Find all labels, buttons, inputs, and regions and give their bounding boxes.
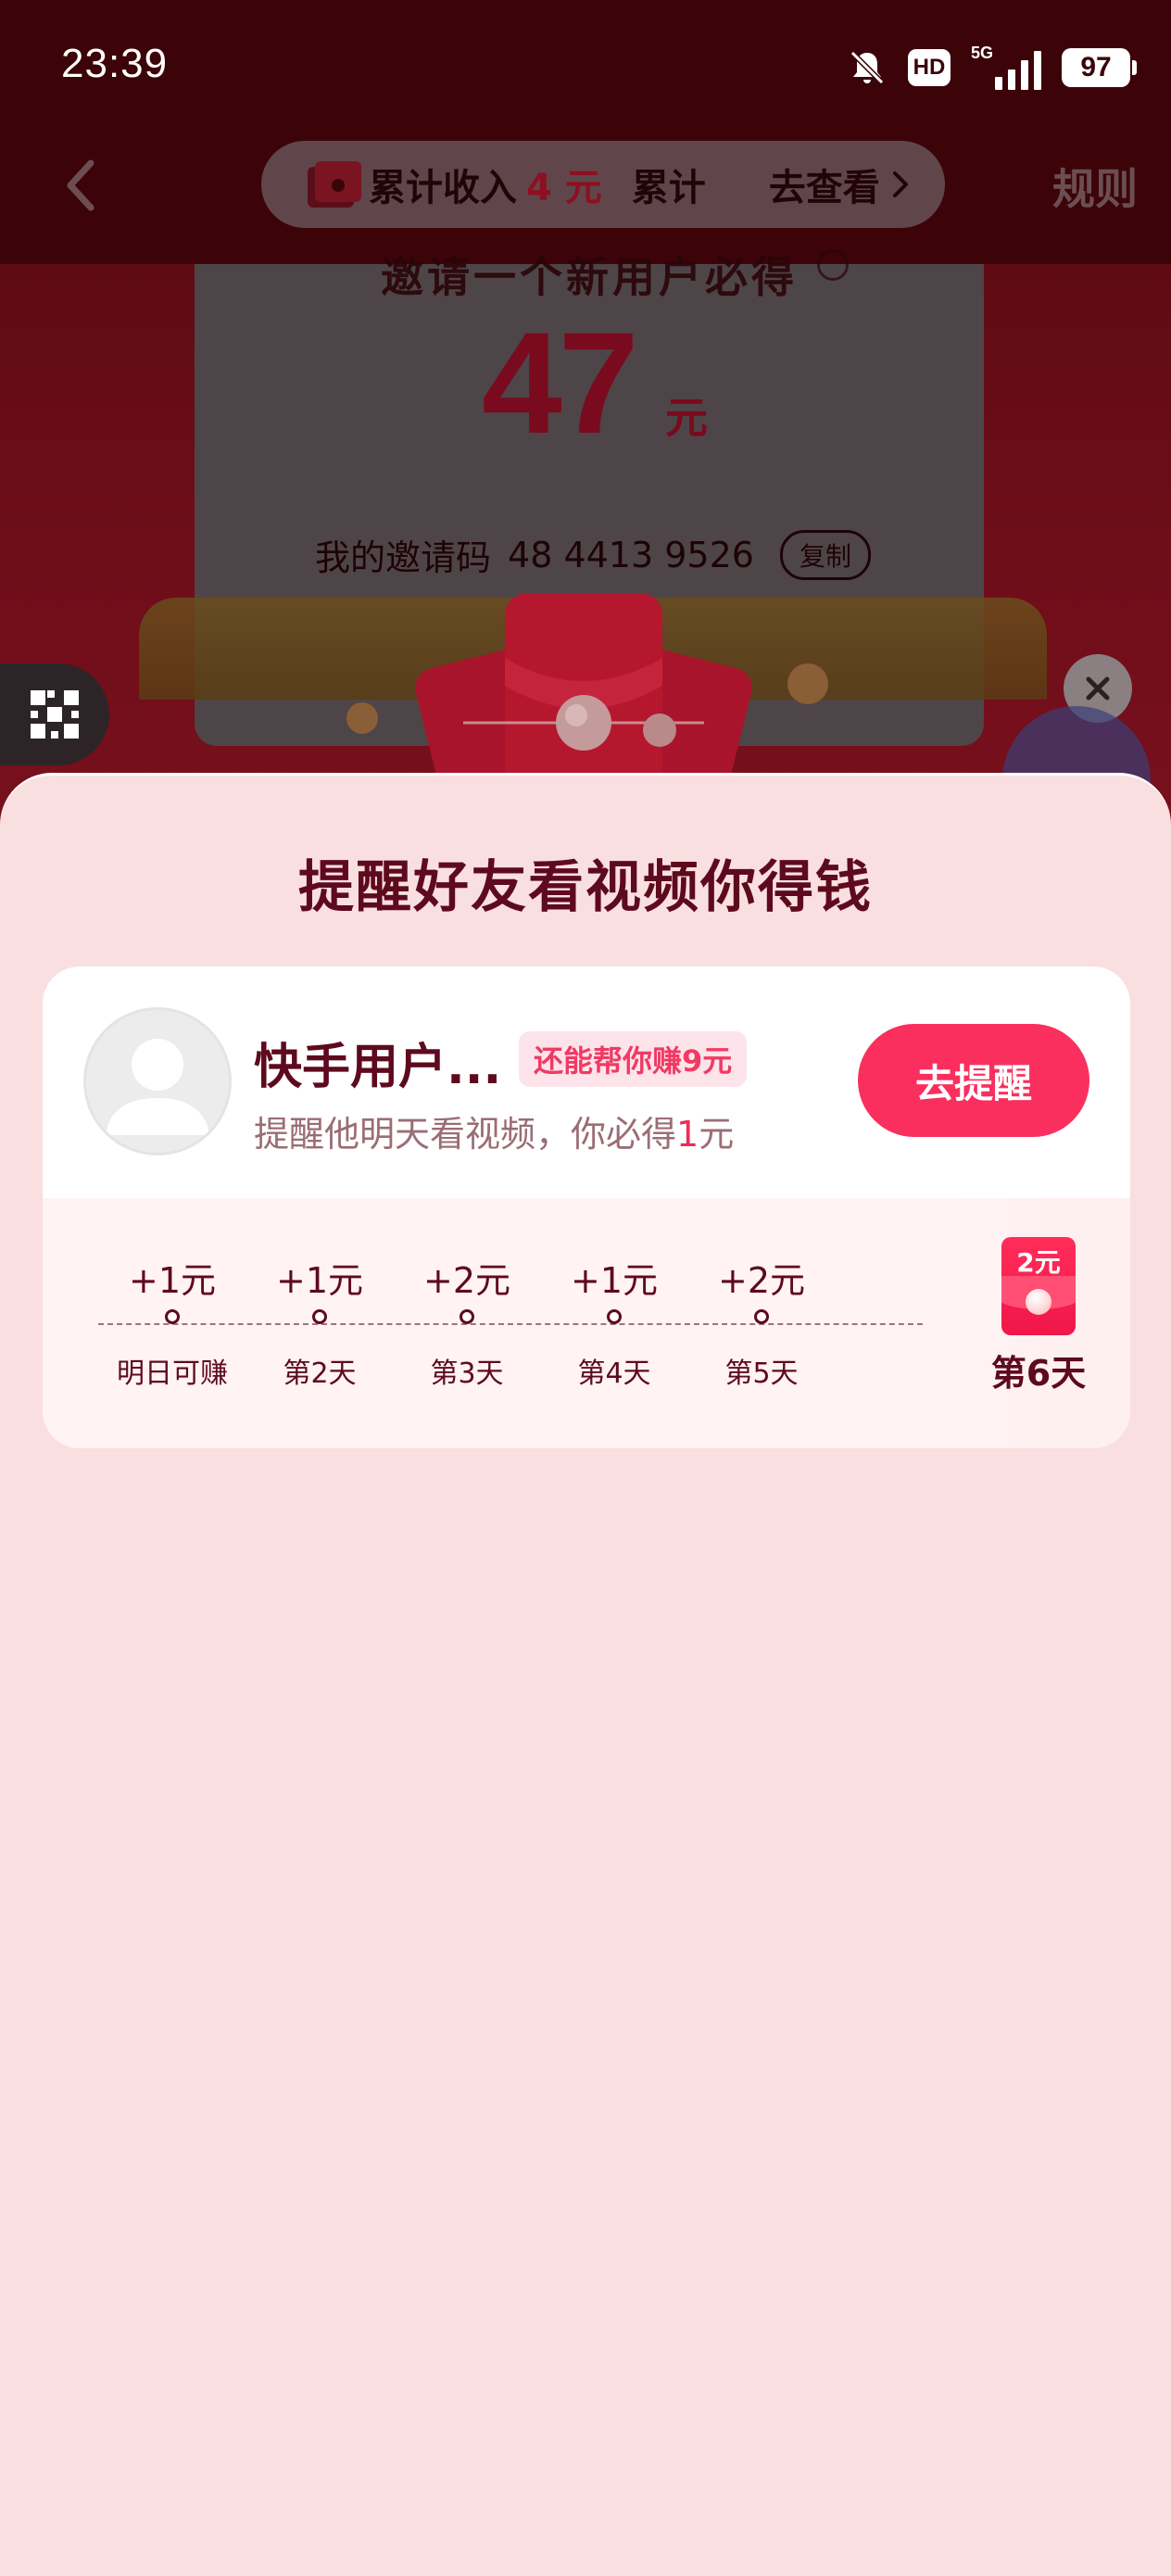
coin-decoration: [346, 702, 378, 734]
step-dot: [460, 1309, 474, 1324]
default-avatar-icon: [106, 1039, 209, 1135]
status-time: 23:39: [61, 41, 169, 86]
step-reward: +1元: [570, 1260, 659, 1301]
step-label: 第3天: [430, 1357, 504, 1390]
red-envelope-icon: [308, 161, 361, 208]
signal-icon: 5G: [971, 44, 1041, 90]
step-dot: [607, 1309, 622, 1324]
status-icons: HD 5G 97: [847, 43, 1137, 93]
red-envelope-icon: 2元: [1001, 1237, 1076, 1335]
hd-icon: HD: [908, 49, 951, 86]
progress-step: +2元 第3天: [393, 1252, 541, 1391]
invite-code-label: 我的邀请码: [315, 537, 492, 578]
step-label: 第2天: [283, 1357, 357, 1390]
income-prefix: 累计收入: [369, 167, 517, 209]
red-envelopes-illustration: [415, 593, 752, 778]
invite-amount: 47: [482, 303, 639, 464]
qr-code-button[interactable]: [0, 663, 109, 765]
income-amount: 4 元: [526, 167, 602, 209]
final-reward-amount: 2元: [1016, 1247, 1061, 1278]
subtitle-unit: 元: [699, 1114, 735, 1155]
background-page: 23:39 HD 5G 97 累计收入 4 元 累计 去查看 规则 邀请一个新用…: [0, 0, 1171, 834]
chevron-right-icon: [892, 171, 908, 197]
earn-badge: 还能帮你赚9元: [519, 1031, 748, 1087]
back-button[interactable]: [52, 148, 107, 222]
friend-name: 快手用户...: [254, 1040, 502, 1095]
step-label: 第4天: [577, 1357, 651, 1390]
progress-step: +1元 第2天: [246, 1252, 394, 1391]
friend-subtitle: 提醒他明天看视频，你必得1元: [254, 1105, 734, 1156]
bell-off-icon: [850, 50, 885, 85]
step-label: 第5天: [724, 1357, 799, 1390]
final-step-label: 第6天: [990, 1353, 1087, 1394]
qr-code-icon: [31, 690, 79, 739]
income-pill[interactable]: 累计收入 4 元 累计 去查看: [261, 141, 945, 228]
progress-step: +1元 第4天: [540, 1252, 688, 1391]
invite-unit: 元: [665, 393, 708, 443]
step-reward: +1元: [128, 1260, 217, 1301]
coin-decoration: [787, 663, 828, 704]
chevron-left-icon: [67, 159, 94, 211]
copy-button[interactable]: 复制: [779, 529, 871, 580]
friend-card: 快手用户... 还能帮你赚9元 提醒他明天看视频，你必得1元 去提醒 +1元 明…: [43, 966, 1130, 1448]
sheet-title: 提醒好友看视频你得钱: [298, 855, 873, 920]
subtitle-amount: 1: [676, 1114, 699, 1155]
step-label: 明日可赚: [117, 1357, 228, 1390]
remind-friends-sheet: 提醒好友看视频你得钱 快手用户... 还能帮你赚9元 提醒他明天看视频，你必得1…: [0, 773, 1171, 2576]
income-suffix: 累计: [631, 167, 706, 209]
rules-link[interactable]: 规则: [1052, 156, 1138, 217]
subtitle-prefix: 提醒他明天看视频，你必得: [254, 1114, 677, 1155]
step-dot: [312, 1309, 327, 1324]
step-dot: [165, 1309, 180, 1324]
battery-icon: 97: [1062, 48, 1137, 87]
network-type: 5G: [971, 44, 994, 62]
progress-step: +2元 第5天: [687, 1252, 836, 1391]
step-reward: +1元: [275, 1260, 364, 1301]
reward-progress: +1元 明日可赚 +1元 第2天 +2元 第3天 +1元 第4天 +2元 第5天…: [43, 1198, 1130, 1448]
invite-title: 邀请一个新用户必得: [381, 252, 798, 302]
view-link: 去查看: [768, 167, 880, 209]
step-reward: +2元: [422, 1260, 511, 1301]
progress-step: +1元 明日可赚: [98, 1252, 246, 1391]
status-bar: 23:39 HD 5G 97: [0, 0, 1171, 134]
final-reward-step: 2元 第6天: [969, 1237, 1108, 1395]
remind-button[interactable]: 去提醒: [858, 1024, 1089, 1137]
invite-code-row: 我的邀请码 48 4413 9526 复制: [315, 529, 871, 580]
invite-code-value: 48 4413 9526: [508, 534, 754, 575]
info-icon[interactable]: [817, 249, 849, 281]
step-reward: +2元: [717, 1260, 806, 1301]
avatar: [83, 1007, 232, 1155]
close-icon: [1086, 676, 1110, 701]
step-dot: [754, 1309, 769, 1324]
